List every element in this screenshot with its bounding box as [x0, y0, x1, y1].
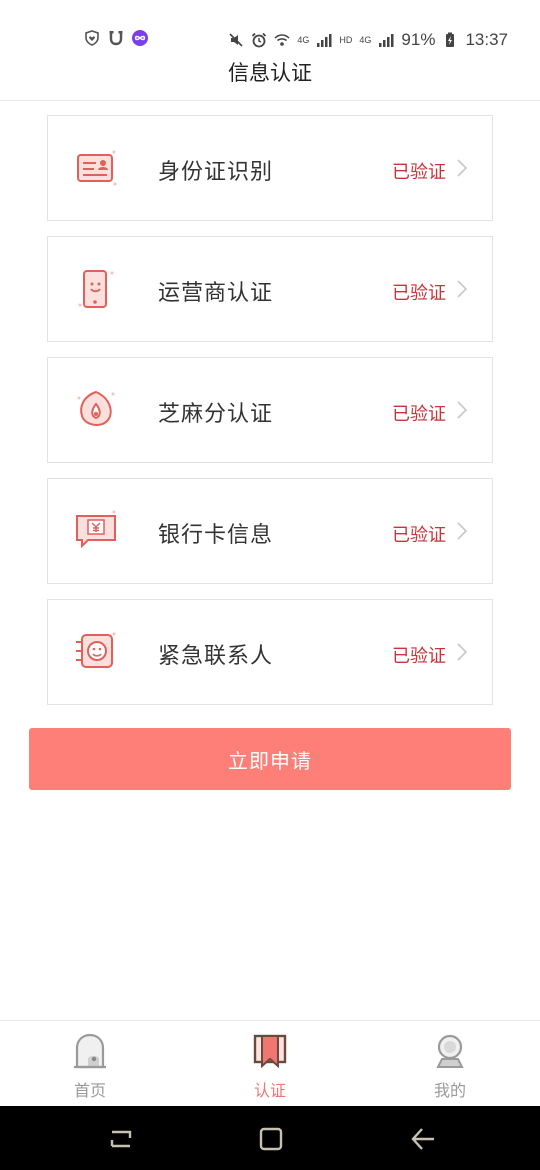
status-badge: 已验证 — [392, 283, 446, 304]
tab-mine[interactable]: 我的 — [390, 1021, 510, 1107]
card-emergency-contact[interactable]: 紧急联系人 已验证 — [47, 599, 493, 705]
card-label: 运营商认证 — [158, 281, 274, 306]
status-badge: 已验证 — [392, 404, 446, 425]
bottom-tab-bar: 首页 认证 我的 — [0, 1020, 540, 1107]
bookmark-icon — [253, 1034, 287, 1069]
tab-home[interactable]: 首页 — [30, 1021, 150, 1107]
chevron-right-icon — [457, 522, 468, 540]
chevron-right-icon — [457, 159, 468, 177]
u-app-icon — [109, 31, 123, 46]
signal-icon — [317, 34, 332, 47]
contact-face-icon — [76, 632, 116, 668]
battery-percent: 91% — [401, 30, 436, 49]
verification-list: 身份证识别 已验证 运营商认证 已验证 芝麻分认证 已验证 银行卡信息 已验证 … — [47, 115, 493, 720]
bank-card-icon — [76, 510, 116, 549]
user-icon — [436, 1034, 464, 1068]
chevron-right-icon — [457, 643, 468, 661]
card-label: 身份证识别 — [158, 160, 274, 185]
clock: 13:37 — [465, 30, 508, 49]
battery-charging-icon — [446, 32, 455, 47]
status-badge: 已验证 — [392, 646, 446, 667]
card-id-recognition[interactable]: 身份证识别 已验证 — [47, 115, 493, 221]
network-type-2: HD — [339, 35, 353, 45]
status-badge: 已验证 — [392, 525, 446, 546]
apply-now-button[interactable]: 立即申请 — [29, 728, 511, 790]
home-button-icon[interactable] — [256, 1124, 286, 1154]
card-bank-card[interactable]: 银行卡信息 已验证 — [47, 478, 493, 584]
sesame-icon — [77, 390, 115, 426]
tab-label: 首页 — [73, 1081, 106, 1100]
shield-heart-icon — [85, 30, 99, 46]
card-label: 银行卡信息 — [158, 523, 274, 548]
card-label: 芝麻分认证 — [158, 402, 274, 427]
card-sesame-score[interactable]: 芝麻分认证 已验证 — [47, 357, 493, 463]
chevron-right-icon — [457, 280, 468, 298]
tab-verification[interactable]: 认证 — [210, 1021, 330, 1107]
status-left-icons — [84, 30, 148, 46]
mute-icon — [229, 33, 243, 47]
status-badge: 已验证 — [392, 162, 446, 183]
card-carrier-verification[interactable]: 运营商认证 已验证 — [47, 236, 493, 342]
alarm-icon — [252, 32, 267, 48]
tab-label: 我的 — [433, 1081, 466, 1100]
phone-icon — [78, 270, 114, 308]
infinity-app-icon — [132, 30, 148, 46]
home-icon — [74, 1033, 106, 1069]
network-type-3: 4G — [359, 35, 372, 45]
system-nav-bar — [0, 1106, 540, 1170]
status-bar: 4G HD 4G 91% 13:37 — [0, 0, 540, 50]
page-header: 信息认证 — [0, 48, 540, 101]
recent-apps-icon[interactable] — [106, 1124, 136, 1154]
back-icon[interactable] — [408, 1124, 438, 1154]
wifi-icon — [274, 34, 290, 46]
status-right-icons: 4G HD 4G 91% 13:37 — [228, 30, 508, 50]
card-label: 紧急联系人 — [158, 644, 274, 669]
signal-icon — [379, 34, 394, 47]
tab-label: 认证 — [253, 1081, 286, 1100]
id-card-icon — [77, 150, 117, 186]
network-type-1: 4G — [297, 35, 310, 45]
page-title: 信息认证 — [228, 61, 312, 85]
chevron-right-icon — [457, 401, 468, 419]
